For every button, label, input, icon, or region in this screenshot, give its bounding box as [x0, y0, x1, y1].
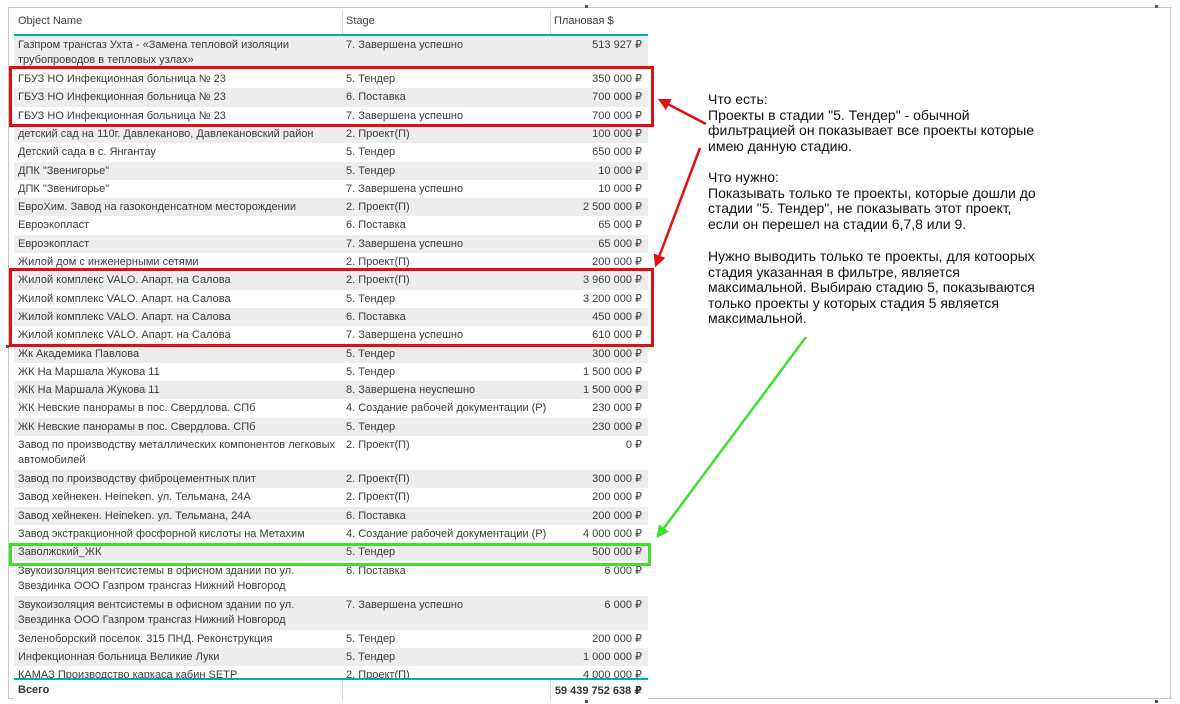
- annotation-current-state: Что есть: Проекты в стадии "5. Тендер" -…: [708, 91, 1058, 154]
- annotation-line: максимальной.: [708, 310, 807, 326]
- annotation-line: фильтрацией он показывает все проекты ко…: [708, 122, 1035, 138]
- annotation-line: Показывать только те проекты, которые до…: [708, 184, 1036, 201]
- annotation-expected-result: Нужно выводить только те проекты, для ко…: [708, 248, 1058, 327]
- annotation-line: если он перешел на стадии 6,7,8 или 9.: [708, 215, 967, 232]
- green-arrow-to-zavolzhsky: [656, 336, 808, 539]
- annotation-requirement: Что нужно: Показывать только те проекты,…: [708, 169, 1058, 232]
- annotation-line: Проекты в стадии "5. Тендер" - обычной: [708, 106, 970, 123]
- red-arrow-to-gbuz: [657, 98, 707, 126]
- annotation-line: только проекты у которых стадия 5 являет…: [708, 294, 999, 311]
- annotation-line: имею данную стадию.: [708, 137, 852, 154]
- annotation-line: стадия указанная в фильтре, является: [708, 263, 960, 280]
- red-arrow-to-valo: [653, 147, 702, 268]
- annotation-line: максимальной. Выбираю стадию 5, показыва…: [708, 279, 1035, 295]
- annotation-line: Что нужно:: [708, 169, 779, 185]
- annotation-line: стадии "5. Тендер", не показывать этот п…: [708, 200, 1012, 216]
- annotation-line: Что есть:: [708, 91, 768, 107]
- annotation-line: Нужно выводить только те проекты, для ко…: [708, 248, 1035, 264]
